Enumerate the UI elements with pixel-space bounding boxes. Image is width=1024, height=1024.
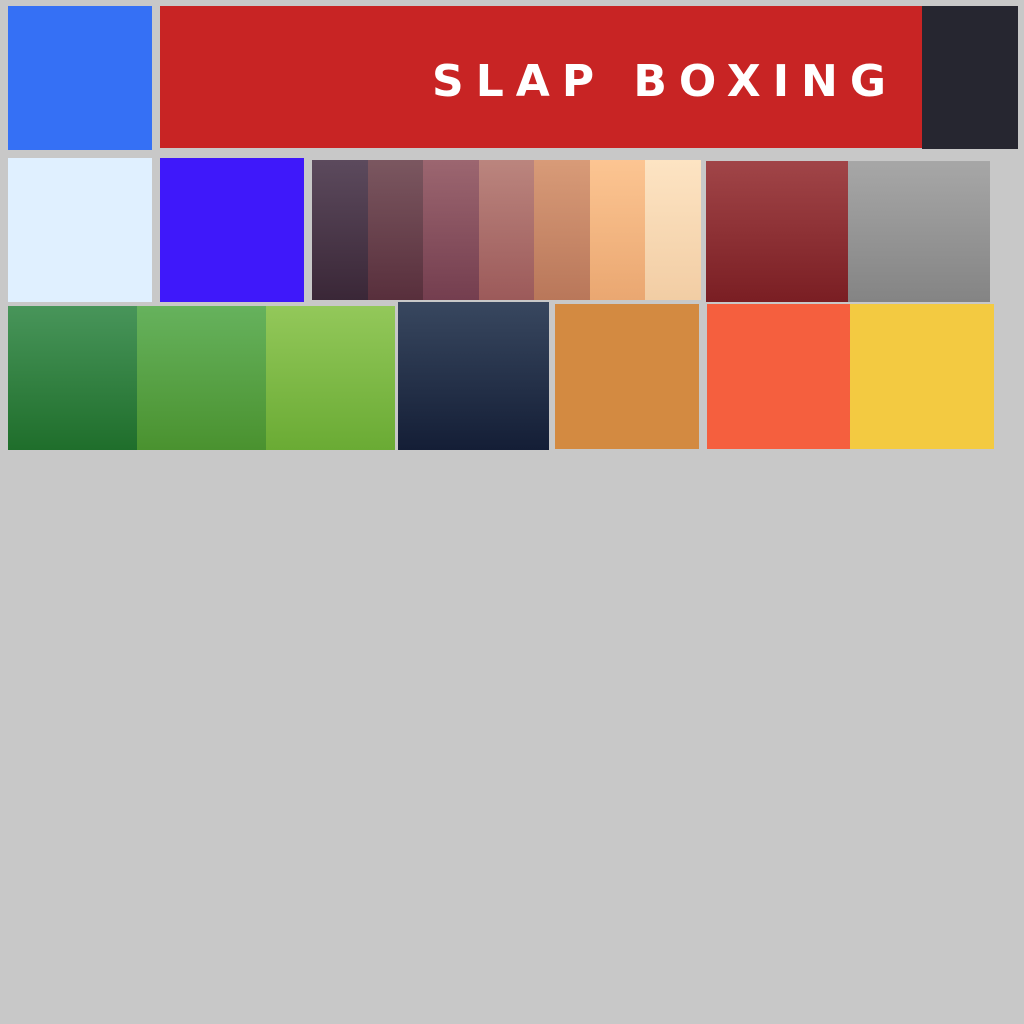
green-swatch-3 — [266, 306, 395, 450]
swatch-light-blue — [8, 158, 152, 302]
green-palette — [8, 306, 395, 450]
title-banner: SLAP BOXING — [160, 6, 922, 148]
swatch-blue — [8, 6, 152, 150]
banner-title: SLAP BOXING — [432, 56, 898, 107]
green-swatch-1 — [8, 306, 137, 450]
skin-tone-swatch-4 — [478, 160, 535, 300]
swatch-crimson-gradient — [706, 161, 848, 302]
skin-tone-swatch-2 — [367, 160, 424, 300]
skin-tone-swatch-1 — [312, 160, 368, 300]
swatch-violet — [160, 158, 304, 302]
skin-tone-swatch-3 — [423, 160, 479, 300]
swatch-coral — [707, 304, 851, 449]
skin-tone-swatch-6 — [589, 160, 646, 300]
skin-tone-palette — [312, 160, 702, 300]
swatch-yellow — [850, 304, 994, 449]
green-swatch-2 — [137, 306, 266, 450]
swatch-gray-gradient — [848, 161, 990, 302]
swatch-dark — [922, 6, 1018, 149]
swatch-orange — [555, 304, 699, 449]
skin-tone-swatch-7 — [645, 160, 702, 300]
skin-tone-swatch-5 — [534, 160, 590, 300]
swatch-navy-gradient — [398, 302, 549, 450]
